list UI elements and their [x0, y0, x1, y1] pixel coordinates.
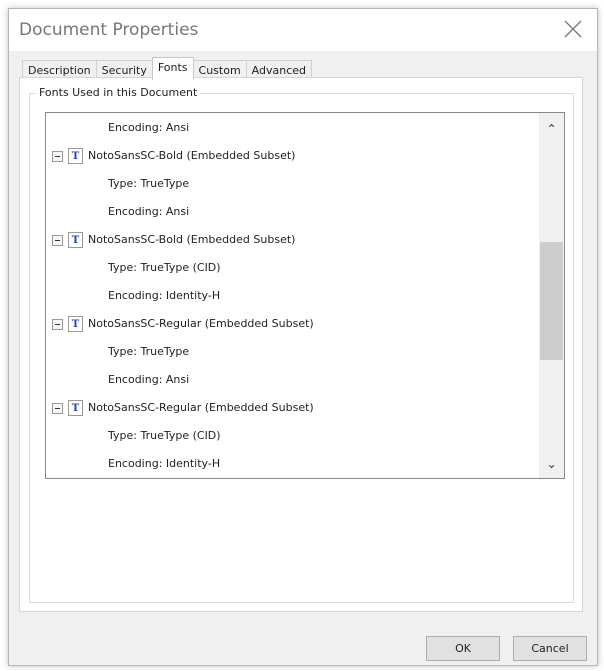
fonts-group: Fonts Used in this Document Encoding: Id…	[29, 86, 574, 603]
font-property-item: Type: TrueType	[108, 345, 190, 358]
font-property-item: Encoding: Identity-H	[108, 457, 221, 470]
group-label: Fonts Used in this Document	[36, 86, 201, 99]
scroll-down-icon[interactable]: ⌄	[539, 454, 564, 474]
collapse-icon[interactable]	[52, 402, 63, 414]
font-tree-item[interactable]: T NotoSansSC-Bold (Embedded Subset)	[52, 142, 295, 170]
font-property-item: Encoding: Identity-H	[108, 289, 221, 302]
font-tree-item[interactable]: T NotoSansSC-Regular (Embedded Subset)	[52, 394, 314, 422]
font-property-item: Type: TrueType (CID)	[108, 429, 221, 442]
ok-button[interactable]: OK	[426, 636, 500, 661]
font-property-item: Encoding: Ansi	[108, 205, 190, 218]
cancel-button[interactable]: Cancel	[513, 636, 587, 661]
scrollbar-thumb[interactable]	[540, 242, 563, 360]
tab-fonts[interactable]: Fonts	[151, 57, 194, 80]
truetype-font-icon: T	[68, 316, 83, 332]
collapse-icon[interactable]	[52, 150, 63, 162]
font-name: NotoSansSC-Regular (Embedded Subset)	[88, 317, 314, 330]
fonts-panel: Fonts Used in this Document Encoding: Id…	[19, 77, 583, 612]
font-tree-item[interactable]: T NotoSansSC-Regular (Embedded Subset)	[52, 310, 314, 338]
collapse-icon[interactable]	[52, 318, 63, 330]
scroll-up-icon[interactable]: ⌃	[539, 119, 564, 139]
font-property-item: Encoding: Ansi	[108, 121, 190, 134]
font-name: NotoSansSC-Bold (Embedded Subset)	[88, 233, 296, 246]
font-name: NotoSansSC-Regular (Embedded Subset)	[88, 401, 314, 414]
font-property-item: Encoding: Ansi	[108, 373, 190, 386]
font-name: NotoSansSC-Bold (Embedded Subset)	[88, 149, 296, 162]
font-property-item: Type: TrueType (CID)	[108, 261, 221, 274]
scrollbar[interactable]: ⌃ ⌄	[539, 113, 564, 478]
truetype-font-icon: T	[68, 232, 83, 248]
font-property-item: Type: TrueType	[108, 177, 190, 190]
document-properties-dialog: Document Properties Description Security…	[8, 8, 598, 666]
truetype-font-icon: T	[68, 148, 83, 164]
close-icon[interactable]	[563, 19, 583, 39]
font-tree-item[interactable]: T NotoSansSC-Bold (Embedded Subset)	[52, 226, 295, 254]
fonts-tree[interactable]: Encoding: Identity-H Type: TrueType (CID)…	[45, 112, 565, 479]
truetype-font-icon: T	[68, 400, 83, 416]
title-bar: Document Properties	[9, 9, 597, 51]
dialog-title: Document Properties	[19, 20, 199, 40]
collapse-icon[interactable]	[52, 234, 63, 246]
